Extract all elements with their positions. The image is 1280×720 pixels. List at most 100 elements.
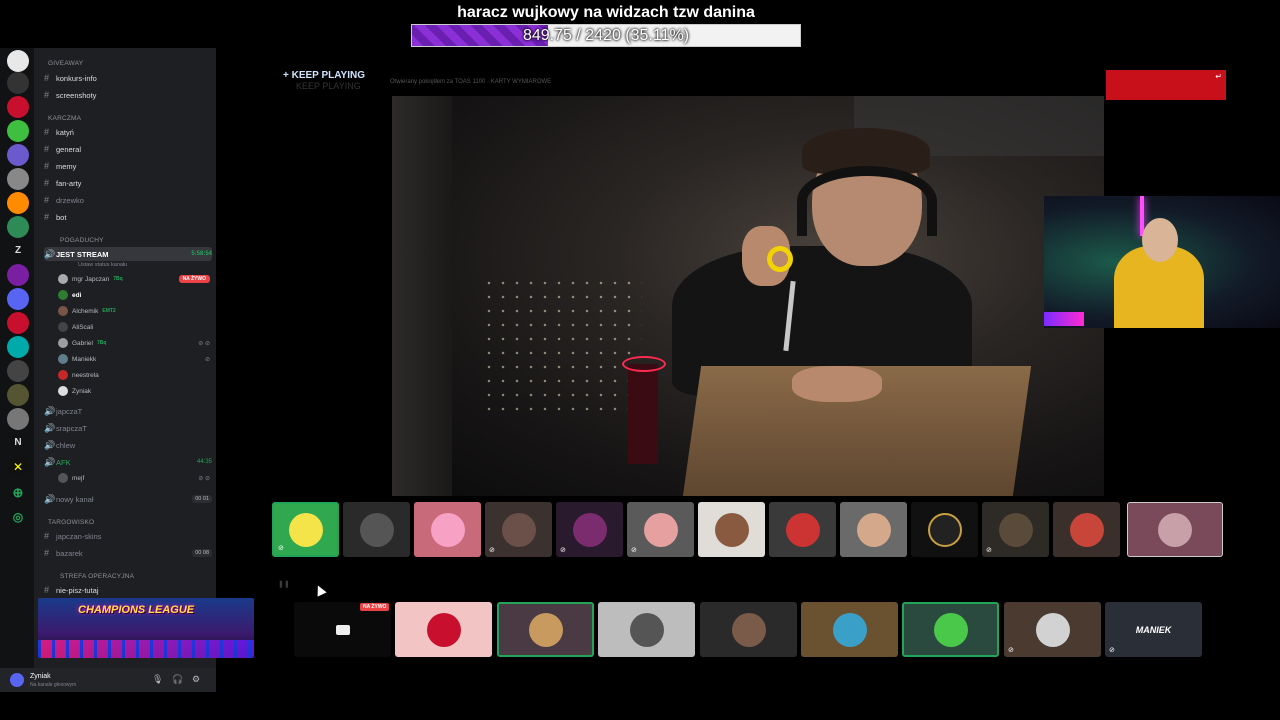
webcam-head bbox=[1142, 218, 1178, 262]
category-strefa-operacyjna[interactable]: STREFA OPERACYJNA bbox=[60, 573, 134, 580]
voice-user[interactable]: Zyniak bbox=[58, 384, 210, 398]
participant-tile[interactable]: ⊘ bbox=[627, 502, 694, 557]
avatar bbox=[998, 512, 1033, 547]
voice-user[interactable]: AliScali bbox=[58, 320, 210, 334]
participant-tile[interactable] bbox=[343, 502, 410, 557]
avatar bbox=[731, 612, 766, 647]
channel-screenshoty[interactable]: # screenshoty bbox=[44, 88, 212, 102]
server-icon[interactable] bbox=[7, 144, 29, 166]
category-giveaway[interactable]: GIVEAWAY bbox=[48, 60, 83, 67]
participant-tile[interactable] bbox=[497, 602, 594, 657]
channel-drzewko[interactable]: # drzewko bbox=[44, 193, 212, 207]
headphones-icon[interactable]: 🎧 bbox=[172, 674, 183, 685]
participant-tile[interactable] bbox=[911, 502, 978, 557]
hash-icon: # bbox=[44, 161, 50, 171]
channel-general[interactable]: # general bbox=[44, 142, 212, 156]
participant-tile[interactable] bbox=[801, 602, 898, 657]
channel-bot[interactable]: # bot bbox=[44, 210, 212, 224]
channel-bazarek[interactable]: # bazarek 00 08 bbox=[44, 546, 212, 560]
stream-frame: haracz wujkowy na widzach tzw danina 849… bbox=[0, 0, 1280, 720]
main-video[interactable] bbox=[392, 96, 1104, 496]
server-icon[interactable] bbox=[7, 360, 29, 382]
participant-tile[interactable] bbox=[395, 602, 492, 657]
voice-user[interactable]: mgr Japczan 7Bq NA ŻYWO bbox=[58, 272, 210, 286]
voice-channel-srapczat[interactable]: 🔊 srapczaT bbox=[44, 421, 212, 435]
explore-icon[interactable]: ◎ bbox=[7, 506, 29, 528]
channel-memy[interactable]: # memy bbox=[44, 159, 212, 173]
participant-tile[interactable]: ⊘ bbox=[485, 502, 552, 557]
participant-tile[interactable]: ⊘ bbox=[982, 502, 1049, 557]
participant-tile[interactable] bbox=[840, 502, 907, 557]
pause-icon[interactable]: ❚❚ bbox=[278, 580, 290, 588]
category-karczma[interactable]: KARCZMA bbox=[48, 115, 81, 122]
channel-label: nowy kanał bbox=[56, 494, 94, 504]
voice-user[interactable]: edi bbox=[58, 288, 210, 302]
participant-tile[interactable] bbox=[698, 502, 765, 557]
x-server-icon[interactable]: ✕ bbox=[7, 456, 29, 478]
gear-icon[interactable]: ⚙ bbox=[192, 674, 200, 685]
server-icon[interactable] bbox=[7, 384, 29, 406]
participant-tile[interactable] bbox=[769, 502, 836, 557]
server-icon[interactable] bbox=[7, 120, 29, 142]
muted-icon: ⊘ bbox=[489, 547, 495, 554]
overlay-small-text: Otwierany pokrętłem za TOAS 1100 · KARTY… bbox=[390, 79, 552, 85]
participant-tile[interactable] bbox=[598, 602, 695, 657]
muted-icon: ⊘ bbox=[560, 547, 566, 554]
server-icon[interactable] bbox=[7, 216, 29, 238]
participant-tile[interactable] bbox=[1053, 502, 1120, 557]
server-icon[interactable] bbox=[7, 96, 29, 118]
voice-channel-chlew[interactable]: 🔊 chlew bbox=[44, 438, 212, 452]
user-name[interactable]: Zyniak bbox=[30, 673, 51, 680]
server-icon[interactable] bbox=[7, 168, 29, 190]
category-targowisko[interactable]: TARGOWISKO bbox=[48, 519, 94, 526]
channel-status[interactable]: Ustaw status kanału bbox=[78, 262, 127, 268]
channel-konkurs-info[interactable]: # konkurs-info bbox=[44, 71, 212, 85]
voice-channel-japczat[interactable]: 🔊 japczaT bbox=[44, 404, 212, 418]
voice-channel-nowy-kanal[interactable]: 🔊 nowy kanał 00 01 bbox=[44, 492, 212, 506]
voice-channel-afk[interactable]: 🔊 AFK 44:35 bbox=[44, 455, 212, 469]
voice-user[interactable]: mejf ⊘ ⊘ bbox=[58, 471, 210, 485]
server-letter-n[interactable]: N bbox=[7, 432, 29, 454]
channel-katyn[interactable]: # katyń bbox=[44, 125, 212, 139]
avatar bbox=[1035, 612, 1070, 647]
channel-fan-arty[interactable]: # fan-arty bbox=[44, 176, 212, 190]
server-letter-z[interactable]: Z bbox=[7, 240, 29, 262]
participant-tile[interactable] bbox=[902, 602, 999, 657]
voice-user[interactable]: neestrela bbox=[58, 368, 210, 382]
hash-icon: # bbox=[44, 144, 50, 154]
category-pogaduchy[interactable]: POGADUCHY bbox=[60, 237, 104, 244]
user-name: edi bbox=[72, 291, 82, 299]
add-server-icon[interactable]: ⊕ bbox=[7, 482, 29, 504]
channel-label: fan-arty bbox=[56, 178, 82, 188]
avatar bbox=[58, 354, 68, 364]
server-icon[interactable] bbox=[7, 192, 29, 214]
participant-tile[interactable]: ⊘ bbox=[1004, 602, 1101, 657]
speaker-icon: 🔊 bbox=[44, 493, 56, 504]
voice-user[interactable]: Alchemik EMT2 bbox=[58, 304, 210, 318]
server-icon-home[interactable] bbox=[7, 50, 29, 72]
server-icon[interactable] bbox=[7, 288, 29, 310]
avatar bbox=[58, 322, 68, 332]
voice-channel-jest-stream[interactable]: 🔊 JEST STREAM 5:58:54 bbox=[44, 247, 212, 261]
keep-playing-label: + KEEP PLAYING bbox=[283, 70, 365, 81]
channel-nie-pisz-tutaj[interactable]: # nie-pisz-tutaj bbox=[44, 583, 212, 597]
channel-sidebar: GIVEAWAY # konkurs-info # screenshoty KARC… bbox=[34, 48, 216, 668]
server-icon[interactable] bbox=[7, 72, 29, 94]
server-icon[interactable] bbox=[7, 312, 29, 334]
participant-tile[interactable]: ⊘ bbox=[272, 502, 339, 557]
avatar bbox=[58, 370, 68, 380]
participant-tile[interactable] bbox=[414, 502, 481, 557]
channel-japczan-skins[interactable]: # japczan-skins bbox=[44, 529, 212, 543]
participant-tile[interactable] bbox=[1127, 502, 1223, 557]
microphone-icon[interactable]: 🎙 bbox=[152, 674, 163, 685]
avatar[interactable] bbox=[10, 673, 24, 687]
voice-user[interactable]: Maniekk ⊘ bbox=[58, 352, 210, 366]
voice-user[interactable]: Gabriel 7Bq ⊘ ⊘ bbox=[58, 336, 210, 350]
server-icon[interactable] bbox=[7, 408, 29, 430]
avatar bbox=[501, 512, 536, 547]
participant-tile[interactable] bbox=[700, 602, 797, 657]
server-icon[interactable] bbox=[7, 336, 29, 358]
participant-tile[interactable]: ⊘ bbox=[556, 502, 623, 557]
server-icon[interactable] bbox=[7, 264, 29, 286]
participant-tile[interactable]: MANIEK ⊘ bbox=[1105, 602, 1202, 657]
